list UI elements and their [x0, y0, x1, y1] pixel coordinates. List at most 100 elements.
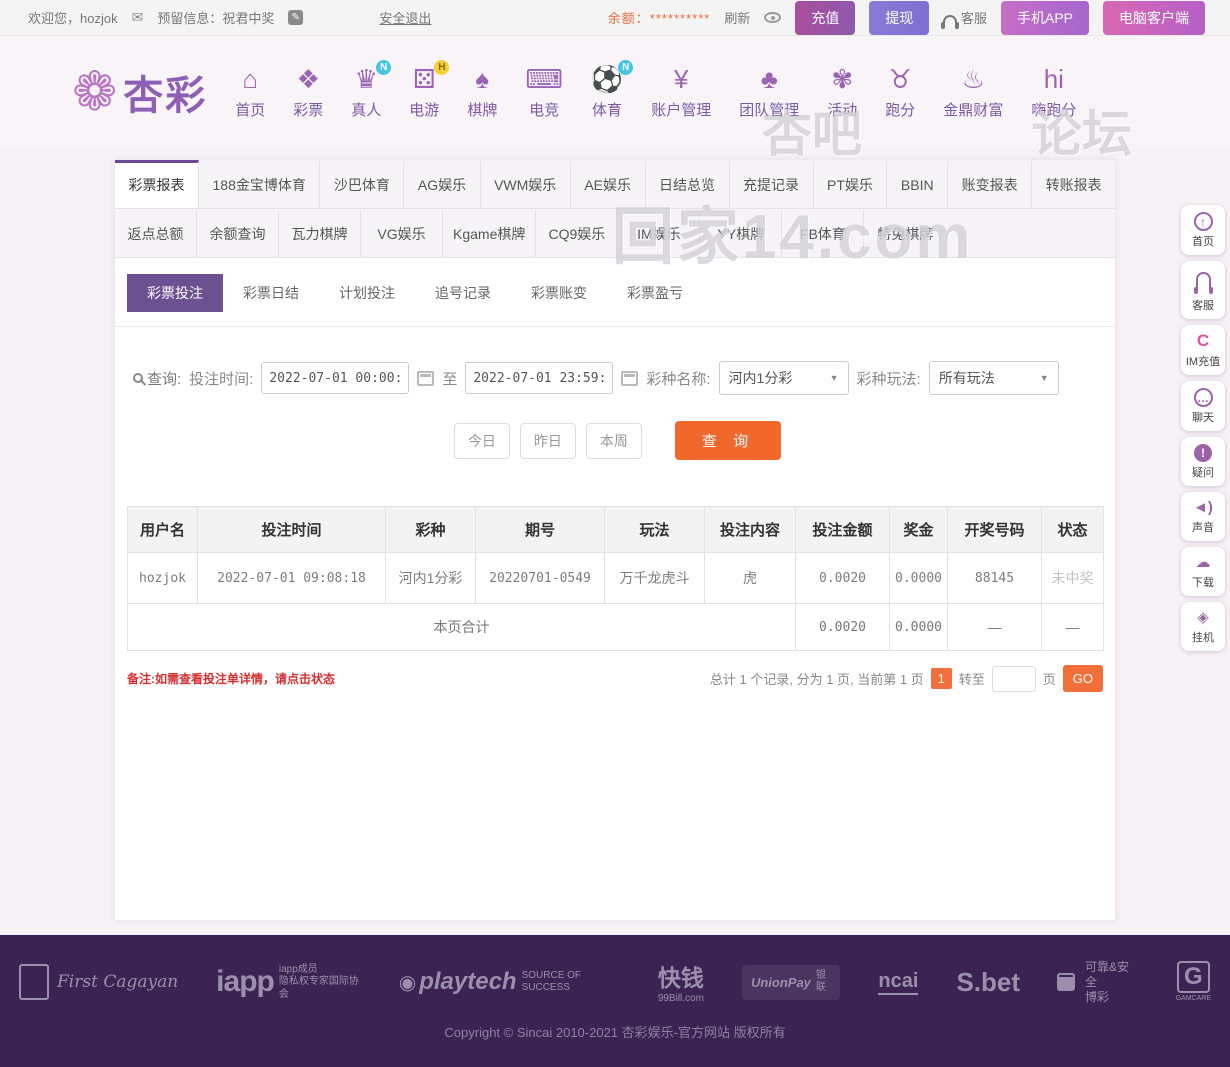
bet-time-to-input[interactable]: [465, 362, 613, 394]
nav-item[interactable]: ♛ N 真人: [351, 64, 381, 120]
nav-item[interactable]: ⚽ N 体育: [591, 64, 623, 120]
sidebar-item[interactable]: ◄) 声音: [1181, 492, 1225, 541]
calendar-icon[interactable]: [417, 371, 434, 386]
sidebar-item[interactable]: ◈ 挂机: [1181, 602, 1225, 651]
report-tab[interactable]: CQ9娱乐: [536, 209, 618, 257]
report-tab[interactable]: 日结总览: [646, 160, 730, 208]
show-balance-eye-icon[interactable]: [764, 12, 781, 23]
this-week-button[interactable]: 本周: [586, 423, 642, 459]
nav-item[interactable]: ♠ 棋牌: [467, 64, 497, 120]
refresh-link[interactable]: 刷新: [724, 8, 750, 27]
partner-logo: UnionPay 银联: [742, 965, 840, 1000]
sidebar-item[interactable]: … 聊天: [1181, 381, 1225, 431]
nav-label: 账户管理: [651, 99, 711, 120]
lottery-subtab[interactable]: 彩票日结: [223, 274, 319, 312]
lottery-name-select[interactable]: 河内1分彩: [719, 361, 849, 395]
lottery-subtab[interactable]: 追号记录: [415, 274, 511, 312]
goto-page-input[interactable]: [992, 666, 1036, 692]
report-tab[interactable]: 瓦力棋牌: [279, 209, 361, 257]
cell-status[interactable]: 未中奖: [1042, 553, 1104, 604]
sidebar-item[interactable]: ↑ 首页: [1181, 205, 1225, 255]
sidebar-item[interactable]: 客服: [1181, 261, 1225, 319]
report-tab[interactable]: 彩票报表: [115, 160, 199, 208]
edit-reserved-info-icon[interactable]: ✎: [288, 10, 303, 25]
sidebar-item[interactable]: ☁ 下载: [1181, 547, 1225, 596]
search-label: 查询:: [147, 368, 181, 389]
search-icon: [133, 373, 143, 383]
yesterday-button[interactable]: 昨日: [520, 423, 576, 459]
sidebar-item[interactable]: C IM充值: [1181, 325, 1225, 375]
lottery-subtab[interactable]: 计划投注: [319, 274, 415, 312]
report-tab[interactable]: 特兔棋牌: [864, 209, 946, 257]
flower-emblem-icon: ❁: [72, 65, 117, 119]
bet-time-from-input[interactable]: [261, 362, 409, 394]
report-tab[interactable]: Kgame棋牌: [443, 209, 536, 257]
report-tab[interactable]: BBIN: [887, 160, 948, 208]
lottery-subtab[interactable]: 彩票账变: [511, 274, 607, 312]
report-tab[interactable]: PT娱乐: [814, 160, 888, 208]
report-tab[interactable]: 188金宝博体育: [199, 160, 320, 208]
account-coin-icon: ¥: [674, 64, 688, 96]
nav-item[interactable]: hi 嗨跑分: [1031, 64, 1076, 120]
play-type-select[interactable]: 所有玩法: [929, 361, 1059, 395]
current-page-badge[interactable]: 1: [931, 668, 952, 689]
pc-client-button[interactable]: 电脑客户端: [1103, 1, 1205, 35]
withdraw-button[interactable]: 提现: [869, 1, 929, 35]
table-header-cell: 期号: [476, 507, 605, 553]
mobile-app-button[interactable]: 手机APP: [1001, 1, 1089, 35]
cell-draw-number: 88145: [948, 553, 1042, 604]
report-tab[interactable]: IM娱乐: [618, 209, 700, 257]
report-tab[interactable]: AG娱乐: [404, 160, 480, 208]
cell-content: 虎: [705, 553, 796, 604]
partner-logo: S.bet: [956, 967, 1020, 998]
logo[interactable]: ❁ 杏彩: [72, 63, 207, 121]
lottery-subtab[interactable]: 彩票投注: [127, 274, 223, 312]
summary-row: 本页合计 0.0020 0.0000 — —: [128, 604, 1104, 651]
sidebar-item-label: 聊天: [1182, 409, 1224, 425]
report-tab[interactable]: 返点总额: [115, 209, 197, 257]
summary-prize: 0.0000: [890, 604, 948, 651]
bottom-row: 备注:如需查看投注单详情，请点击状态 总计 1 个记录, 分为 1 页, 当前第…: [127, 665, 1103, 692]
report-tab[interactable]: 余额查询: [197, 209, 279, 257]
search-button[interactable]: 查 询: [675, 421, 781, 460]
sidebar-item-label: 挂机: [1182, 629, 1224, 645]
report-tab[interactable]: 沙巴体育: [320, 160, 404, 208]
sidebar-item[interactable]: ! 疑问: [1181, 437, 1225, 486]
question-alert-icon: !: [1194, 444, 1212, 462]
summary-label: 本页合计: [128, 604, 796, 651]
report-tab[interactable]: 转账报表: [1032, 160, 1115, 208]
report-tab[interactable]: 充提记录: [730, 160, 814, 208]
report-tab[interactable]: FB体育: [782, 209, 864, 257]
nav-item[interactable]: ✾ 活动: [827, 64, 857, 120]
report-tab[interactable]: VG娱乐: [361, 209, 443, 257]
nav-item[interactable]: ¥ 账户管理: [651, 64, 711, 120]
report-tab[interactable]: YY棋牌: [700, 209, 782, 257]
report-tab[interactable]: VWM娱乐: [481, 160, 571, 208]
service-group[interactable]: 客服: [943, 8, 987, 27]
lottery-subtab[interactable]: 彩票盈亏: [607, 274, 703, 312]
table-header-cell: 投注金额: [796, 507, 890, 553]
nav-item[interactable]: ♉ 跑分: [885, 64, 915, 120]
nav-item[interactable]: ❖ 彩票: [293, 64, 323, 120]
report-tab[interactable]: 账变报表: [948, 160, 1032, 208]
nav-item[interactable]: ♨ 金鼎财富: [943, 64, 1003, 120]
nav-item[interactable]: ⌂ 首页: [235, 64, 265, 120]
go-button[interactable]: GO: [1063, 665, 1103, 692]
report-panel: 彩票报表188金宝博体育沙巴体育AG娱乐VWM娱乐AE娱乐日结总览充提记录PT娱…: [115, 160, 1115, 920]
report-tab[interactable]: AE娱乐: [571, 160, 646, 208]
deposit-button[interactable]: 充值: [795, 1, 855, 35]
nav-item[interactable]: ⌨ 电竞: [525, 64, 563, 120]
message-envelope-icon[interactable]: ✉: [132, 9, 144, 26]
logout-link[interactable]: 安全退出: [379, 8, 431, 27]
nav-item[interactable]: ⚄ H 电游: [409, 64, 439, 120]
table-row: hozjok 2022-07-01 09:08:18 河内1分彩 2022070…: [128, 553, 1104, 604]
note-text: 备注:如需查看投注单详情，请点击状态: [127, 670, 335, 687]
cell-lottery: 河内1分彩: [386, 553, 476, 604]
cell-username: hozjok: [128, 553, 198, 604]
summary-draw: —: [948, 604, 1042, 651]
nav-item[interactable]: ♣ 团队管理: [739, 64, 799, 120]
sidebar-item-label: 首页: [1182, 233, 1224, 249]
calendar-icon[interactable]: [621, 371, 638, 386]
today-button[interactable]: 今日: [454, 423, 510, 459]
nav-badge: H: [434, 60, 449, 75]
